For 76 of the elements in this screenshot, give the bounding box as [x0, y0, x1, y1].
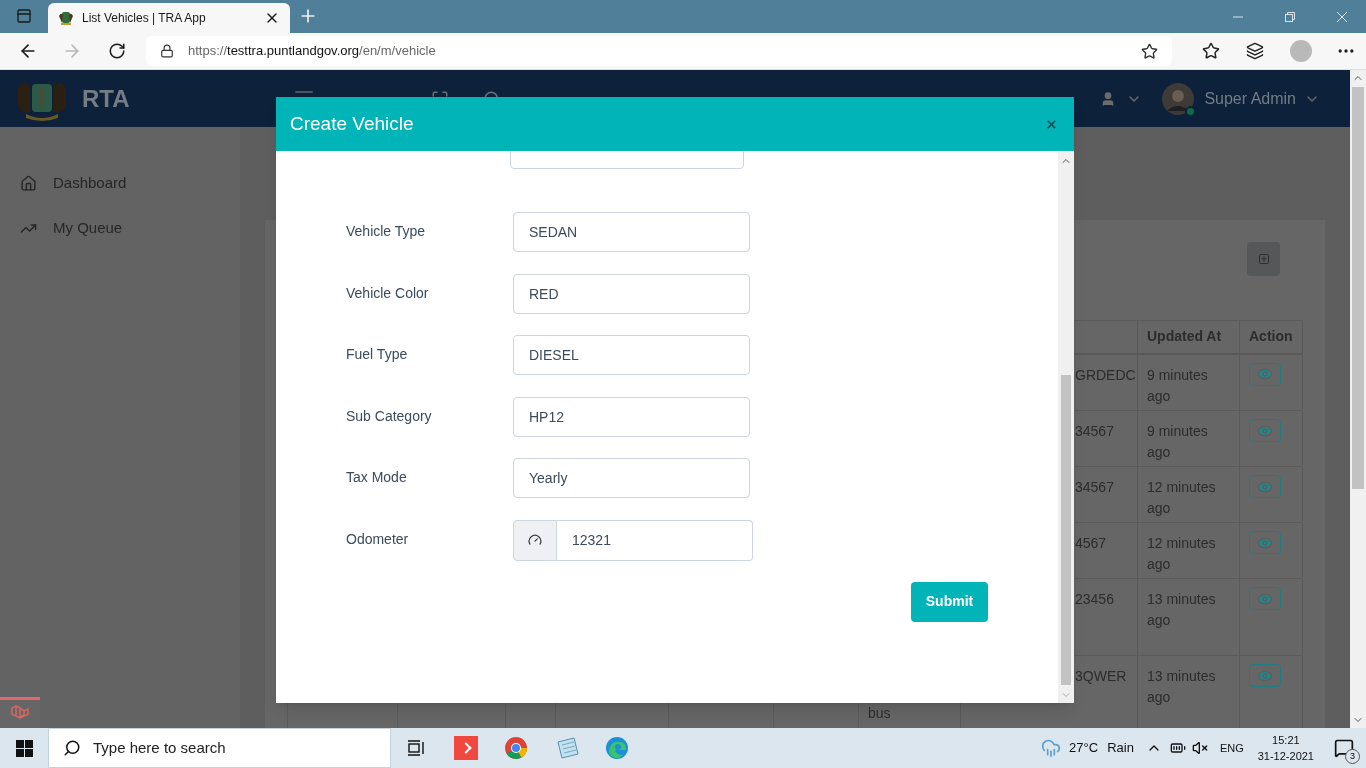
- field-label: Odometer: [346, 529, 410, 549]
- search-icon: [63, 739, 81, 757]
- home-icon: [20, 175, 37, 192]
- field-label: Fuel Type: [346, 345, 409, 365]
- rain-cloud-icon[interactable]: [1041, 738, 1062, 758]
- table-cell-text: 9 minutes ago: [1147, 365, 1209, 406]
- input-field[interactable]: DIESEL: [513, 335, 750, 376]
- column-header: Updated At: [1147, 328, 1222, 345]
- column-header: Action: [1249, 328, 1293, 345]
- dialog-scrollbar[interactable]: [1058, 151, 1074, 703]
- add-icon: [1257, 253, 1270, 265]
- favorites-icon[interactable]: [1202, 42, 1220, 60]
- table-cell-text: 13 minutes ago: [1147, 667, 1217, 707]
- view-button[interactable]: [1249, 475, 1281, 498]
- input-field[interactable]: Yearly: [513, 458, 750, 499]
- temperature[interactable]: 27°C: [1069, 738, 1099, 758]
- add-button[interactable]: [1247, 242, 1280, 276]
- url-text: https://testtra.puntlandgov.org/en/m/vehicle: [188, 42, 436, 61]
- notifications-icon[interactable]: [1334, 738, 1354, 758]
- field-label: Tax Mode: [346, 468, 408, 488]
- close-icon[interactable]: [1045, 117, 1058, 131]
- battery-icon[interactable]: [1169, 740, 1186, 756]
- notepad-icon[interactable]: [554, 736, 580, 760]
- clock-date[interactable]: 31-12-2021: [1257, 748, 1314, 764]
- view-button[interactable]: [1249, 664, 1281, 687]
- language-indicator[interactable]: ENG: [1219, 739, 1244, 757]
- address-bar[interactable]: https://testtra.puntlandgov.org/en/m/vehicle: [146, 36, 1172, 66]
- input-field[interactable]: HP12: [513, 396, 750, 437]
- input-field[interactable]: SEDAN: [513, 212, 750, 252]
- user-name[interactable]: Super Admin: [1204, 86, 1296, 111]
- table-cell: 34567: [1075, 423, 1114, 439]
- table-cell: 34567: [1075, 479, 1114, 495]
- restore-icon[interactable]: [1284, 11, 1296, 23]
- windows-icon[interactable]: [16, 739, 33, 757]
- weather-label[interactable]: Rain: [1107, 738, 1134, 758]
- reload-icon[interactable]: [108, 42, 126, 60]
- brand-name: RTA: [82, 83, 130, 114]
- tab-actions-icon[interactable]: [16, 8, 32, 24]
- notification-count: 3: [1345, 749, 1360, 764]
- lock-icon: [160, 44, 174, 58]
- table-cell-text: 9 minutes ago: [1147, 422, 1209, 462]
- profile-avatar[interactable]: [1290, 40, 1312, 62]
- gauge-icon: [528, 533, 542, 548]
- edge-icon[interactable]: [605, 736, 629, 760]
- table-cell: 3QWER: [1075, 668, 1127, 684]
- user-avatar[interactable]: [1162, 82, 1195, 115]
- app-icon[interactable]: [454, 736, 478, 760]
- taskbar-search-field[interactable]: Type here to search: [48, 728, 391, 768]
- chrome-icon[interactable]: [504, 736, 528, 760]
- browser-tab[interactable]: List Vehicles | TRA App: [48, 3, 290, 33]
- table-cell: 23456: [1075, 591, 1114, 607]
- add-favorite-icon[interactable]: [1141, 42, 1158, 60]
- field-label: Vehicle Type: [346, 222, 427, 241]
- dialog-title: Create Vehicle: [290, 111, 414, 136]
- field-label: Sub Category: [346, 406, 433, 426]
- table-cell: GRDEDC: [1075, 366, 1136, 383]
- eye-icon: [1257, 366, 1273, 382]
- odometer-field[interactable]: 12321: [557, 519, 753, 561]
- muted-speaker-icon[interactable]: [1191, 740, 1208, 756]
- table-cell-text: 12 minutes ago: [1147, 534, 1217, 574]
- page-scrollbar[interactable]: [1350, 70, 1366, 728]
- field-label: Vehicle Color: [346, 283, 430, 303]
- close-window-icon[interactable]: [1336, 11, 1348, 23]
- view-button[interactable]: [1249, 587, 1281, 610]
- view-button[interactable]: [1249, 531, 1281, 554]
- crest-icon: [58, 10, 74, 26]
- tab-title: List Vehicles | TRA App: [82, 10, 206, 27]
- table-cell: 4567: [1075, 535, 1107, 551]
- view-button[interactable]: [1249, 419, 1281, 442]
- task-view-icon[interactable]: [407, 740, 425, 756]
- view-button[interactable]: [1249, 362, 1281, 386]
- clock-time[interactable]: 15:21: [1272, 732, 1300, 748]
- table-cell-text: bus: [868, 704, 892, 723]
- table-cell-text: 13 minutes ago: [1147, 590, 1217, 630]
- table-cell-text: 12 minutes ago: [1147, 478, 1217, 518]
- input-field[interactable]: RED: [513, 273, 750, 314]
